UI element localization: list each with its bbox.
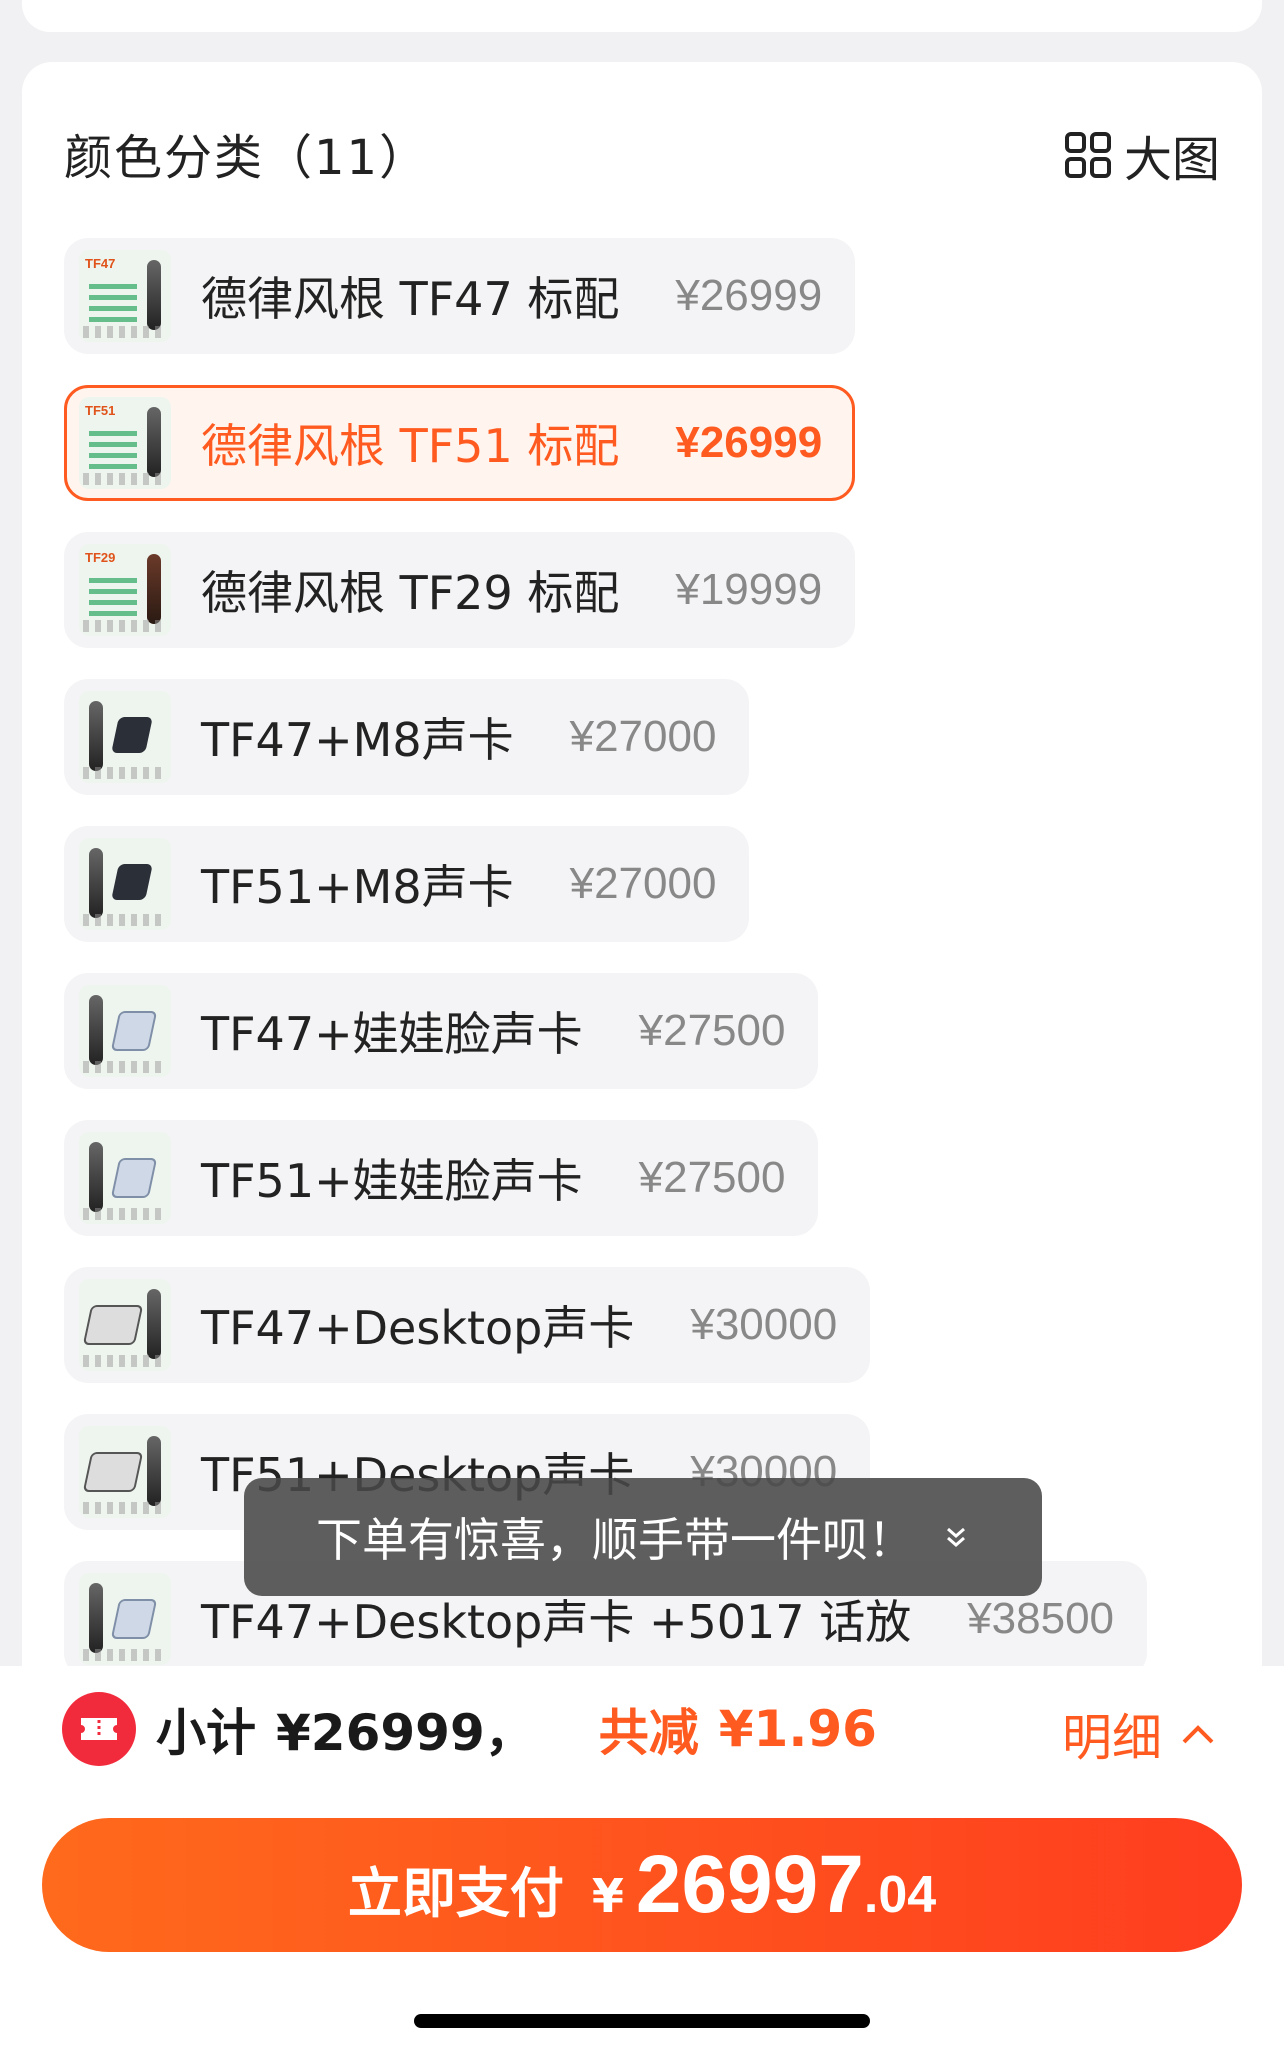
pay-amount-integer: 26997 xyxy=(635,1839,864,1930)
large-image-toggle[interactable]: 大图 xyxy=(1064,120,1220,190)
variant-thumbnail: TF29 xyxy=(79,544,171,636)
variant-name: 德律风根 TF51 标配 xyxy=(201,419,620,473)
variant-thumbnail xyxy=(79,1573,171,1665)
variant-option-tf47-babyface[interactable]: TF47+娃娃脸声卡 ¥27500 xyxy=(64,973,819,1089)
coupon-icon xyxy=(62,1692,136,1766)
variant-option-tf47-m8[interactable]: TF47+M8声卡 ¥27000 xyxy=(64,679,750,795)
variant-option-tf29-standard[interactable]: TF29 德律风根 TF29 标配 ¥19999 xyxy=(64,532,856,648)
variant-price: ¥27500 xyxy=(638,1006,786,1055)
variant-name: 德律风根 TF47 标配 xyxy=(201,272,620,326)
details-toggle[interactable]: 明细 xyxy=(1062,1698,1218,1770)
details-label: 明细 xyxy=(1062,1709,1162,1767)
variant-name: TF47+娃娃脸声卡 xyxy=(201,1007,583,1061)
pay-currency: ¥ xyxy=(591,1869,624,1923)
section-title: 颜色分类（11） xyxy=(64,130,430,186)
price-summary: 小计 ¥26999， 共减 ¥1.96 xyxy=(62,1692,877,1766)
variant-price: ¥27000 xyxy=(569,859,717,908)
discount-label: 共减 xyxy=(598,1704,699,1762)
variant-name: TF47+Desktop声卡 xyxy=(201,1301,635,1355)
variant-price: ¥27500 xyxy=(638,1153,786,1202)
pay-button-label: 立即支付 xyxy=(347,1862,564,1925)
toast-text: 下单有惊喜，顺手带一件呗！ xyxy=(316,1513,914,1567)
variant-option-tf51-babyface[interactable]: TF51+娃娃脸声卡 ¥27500 xyxy=(64,1120,819,1236)
variant-name: TF47+M8声卡 xyxy=(201,713,514,767)
variant-thumbnail xyxy=(79,1279,171,1371)
variant-option-tf47-desktop[interactable]: TF47+Desktop声卡 ¥30000 xyxy=(64,1267,871,1383)
variant-thumbnail xyxy=(79,691,171,783)
variant-option-tf51-standard[interactable]: TF51 德律风根 TF51 标配 ¥26999 xyxy=(64,385,856,501)
promo-toast[interactable]: 下单有惊喜，顺手带一件呗！ xyxy=(244,1478,1042,1596)
pay-now-button[interactable]: 立即支付 ¥ 26997 .04 xyxy=(42,1818,1242,1952)
variant-option-tf47-standard[interactable]: TF47 德律风根 TF47 标配 ¥26999 xyxy=(64,238,856,354)
home-indicator xyxy=(414,2014,870,2028)
grid-view-icon xyxy=(1064,132,1111,178)
variant-name: TF51+M8声卡 xyxy=(201,860,514,914)
variant-price: ¥26999 xyxy=(675,418,823,467)
variant-name: 德律风根 TF29 标配 xyxy=(201,566,620,620)
variant-thumbnail: TF47 xyxy=(79,250,171,342)
double-chevron-down-icon xyxy=(947,1527,965,1547)
variant-thumbnail xyxy=(79,838,171,930)
pay-amount-decimal: .04 xyxy=(863,1866,937,1924)
view-toggle-label: 大图 xyxy=(1123,132,1220,188)
previous-card xyxy=(22,0,1262,32)
subtotal-label: 小计 xyxy=(156,1704,256,1762)
variant-thumbnail xyxy=(79,1426,171,1518)
variant-price: ¥26999 xyxy=(675,271,823,320)
subtotal-value: ¥26999， xyxy=(276,1704,535,1762)
variant-price: ¥27000 xyxy=(569,712,717,761)
variant-price: ¥38500 xyxy=(967,1594,1115,1643)
variant-option-tf51-m8[interactable]: TF51+M8声卡 ¥27000 xyxy=(64,826,750,942)
variant-thumbnail: TF51 xyxy=(79,397,171,489)
discount-value: ¥1.96 xyxy=(718,1700,877,1758)
variant-price: ¥19999 xyxy=(675,565,823,614)
variant-thumbnail xyxy=(79,1132,171,1224)
variant-price: ¥30000 xyxy=(690,1300,838,1349)
variant-thumbnail xyxy=(79,985,171,1077)
chevron-up-icon xyxy=(1182,1725,1214,1744)
variant-name: TF51+娃娃脸声卡 xyxy=(201,1154,583,1208)
